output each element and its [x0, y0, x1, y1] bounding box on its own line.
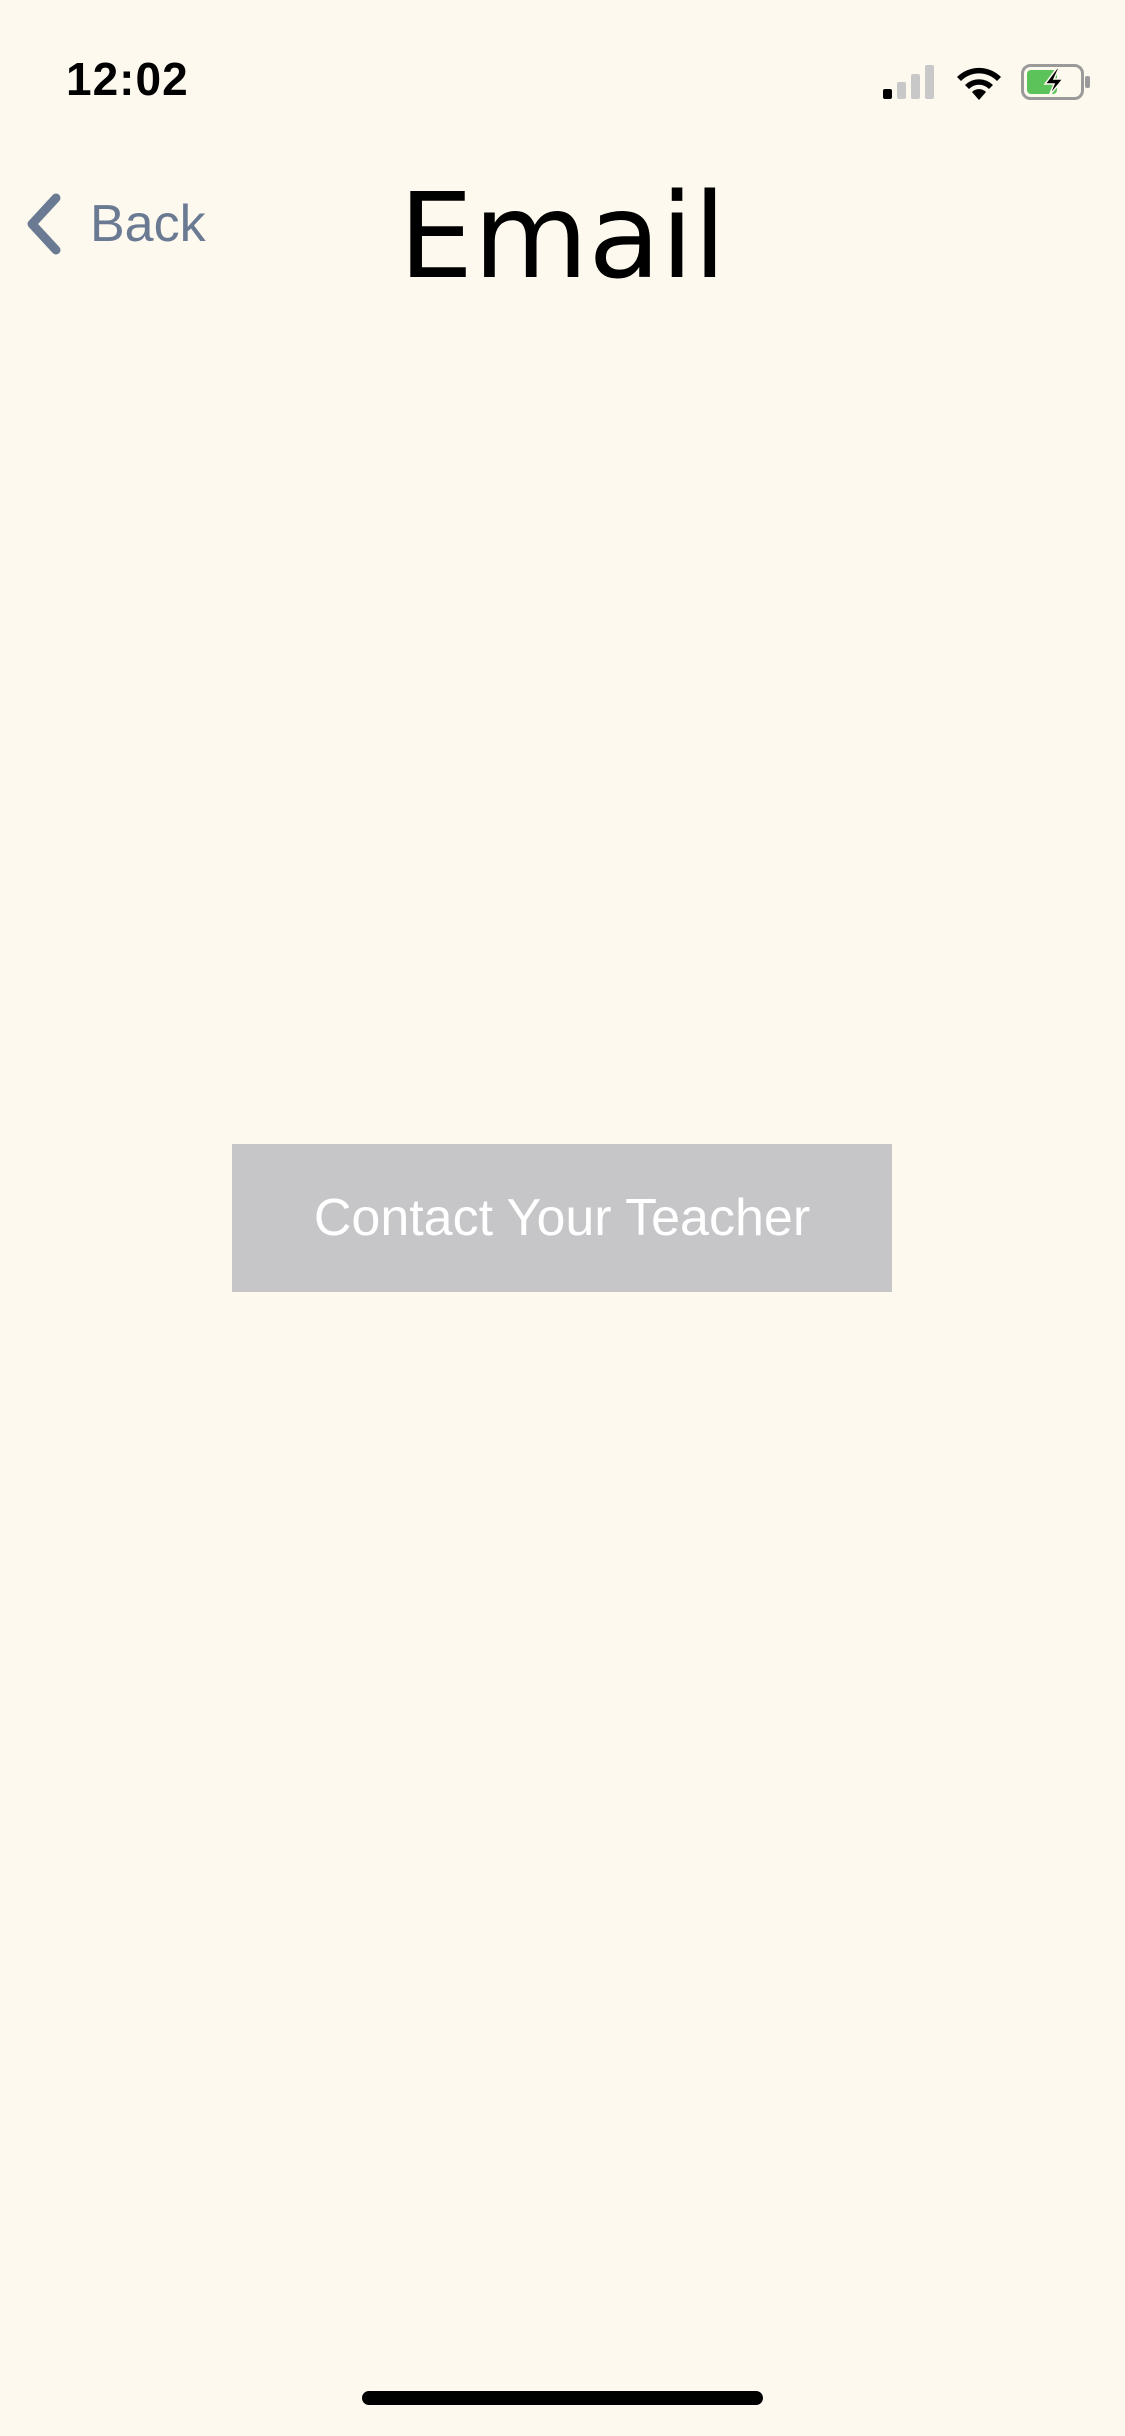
wifi-icon: [957, 67, 1001, 100]
contact-teacher-button[interactable]: Contact Your Teacher: [232, 1144, 892, 1292]
page-title: Email: [398, 167, 727, 305]
nav-bar: Back Email: [0, 150, 1125, 320]
status-icons: [883, 60, 1091, 104]
home-indicator[interactable]: [362, 2391, 763, 2405]
cellular-signal-icon: [883, 65, 934, 99]
battery-charging-icon: [1021, 64, 1090, 100]
status-time: 12:02: [66, 53, 189, 105]
status-bar: 12:02: [0, 0, 1125, 140]
